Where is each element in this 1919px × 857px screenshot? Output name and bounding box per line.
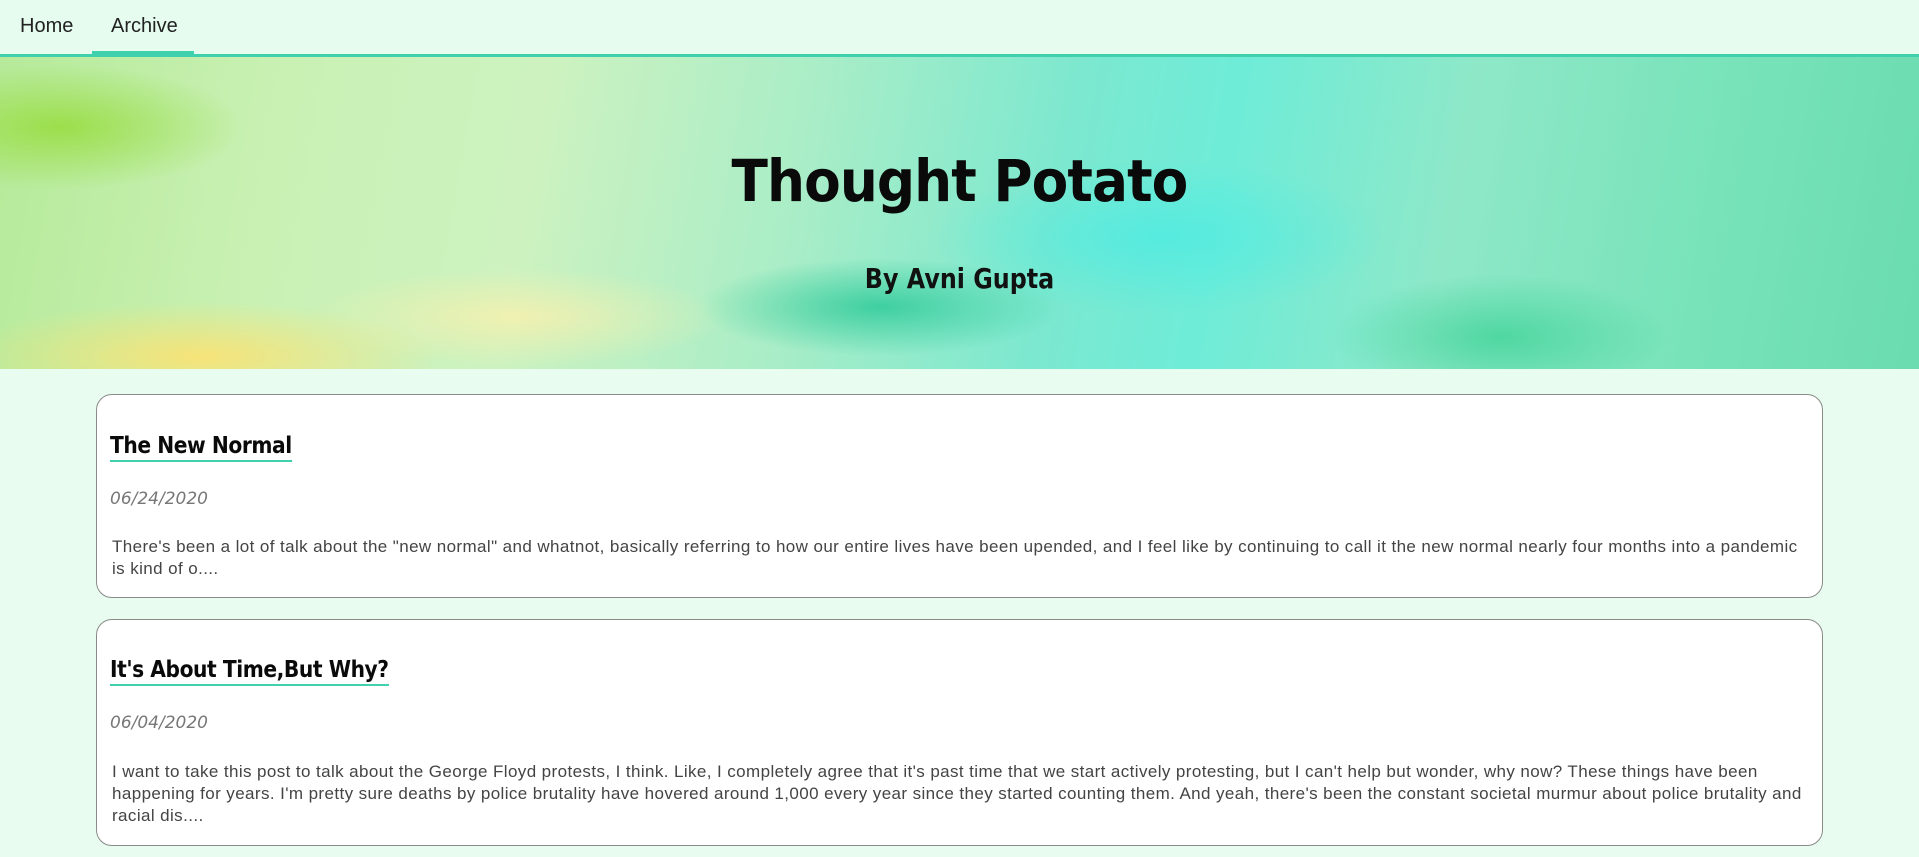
post-excerpt: There's been a lot of talk about the "ne… bbox=[112, 537, 1798, 578]
site-byline: By Avni Gupta bbox=[864, 262, 1055, 295]
post-date: 06/24/2020 bbox=[110, 489, 208, 509]
site-title: Thought Potato bbox=[731, 147, 1189, 215]
post-excerpt: I want to take this post to talk about t… bbox=[112, 762, 1802, 825]
post-title-link[interactable]: It's About Time,But Why? bbox=[110, 657, 389, 686]
nav-archive-link[interactable]: Archive bbox=[111, 0, 178, 54]
nav-home-link[interactable]: Home bbox=[20, 0, 73, 54]
post-date: 06/04/2020 bbox=[110, 713, 208, 733]
post-card: It's About Time,But Why? 06/04/2020 I wa… bbox=[96, 619, 1823, 846]
top-nav: Home Archive bbox=[0, 0, 1919, 57]
post-card: The New Normal 06/24/2020 There's been a… bbox=[96, 394, 1823, 598]
hero-banner: Thought Potato By Avni Gupta bbox=[0, 57, 1919, 369]
active-tab-indicator bbox=[92, 51, 194, 55]
post-title-link[interactable]: The New Normal bbox=[110, 433, 292, 462]
